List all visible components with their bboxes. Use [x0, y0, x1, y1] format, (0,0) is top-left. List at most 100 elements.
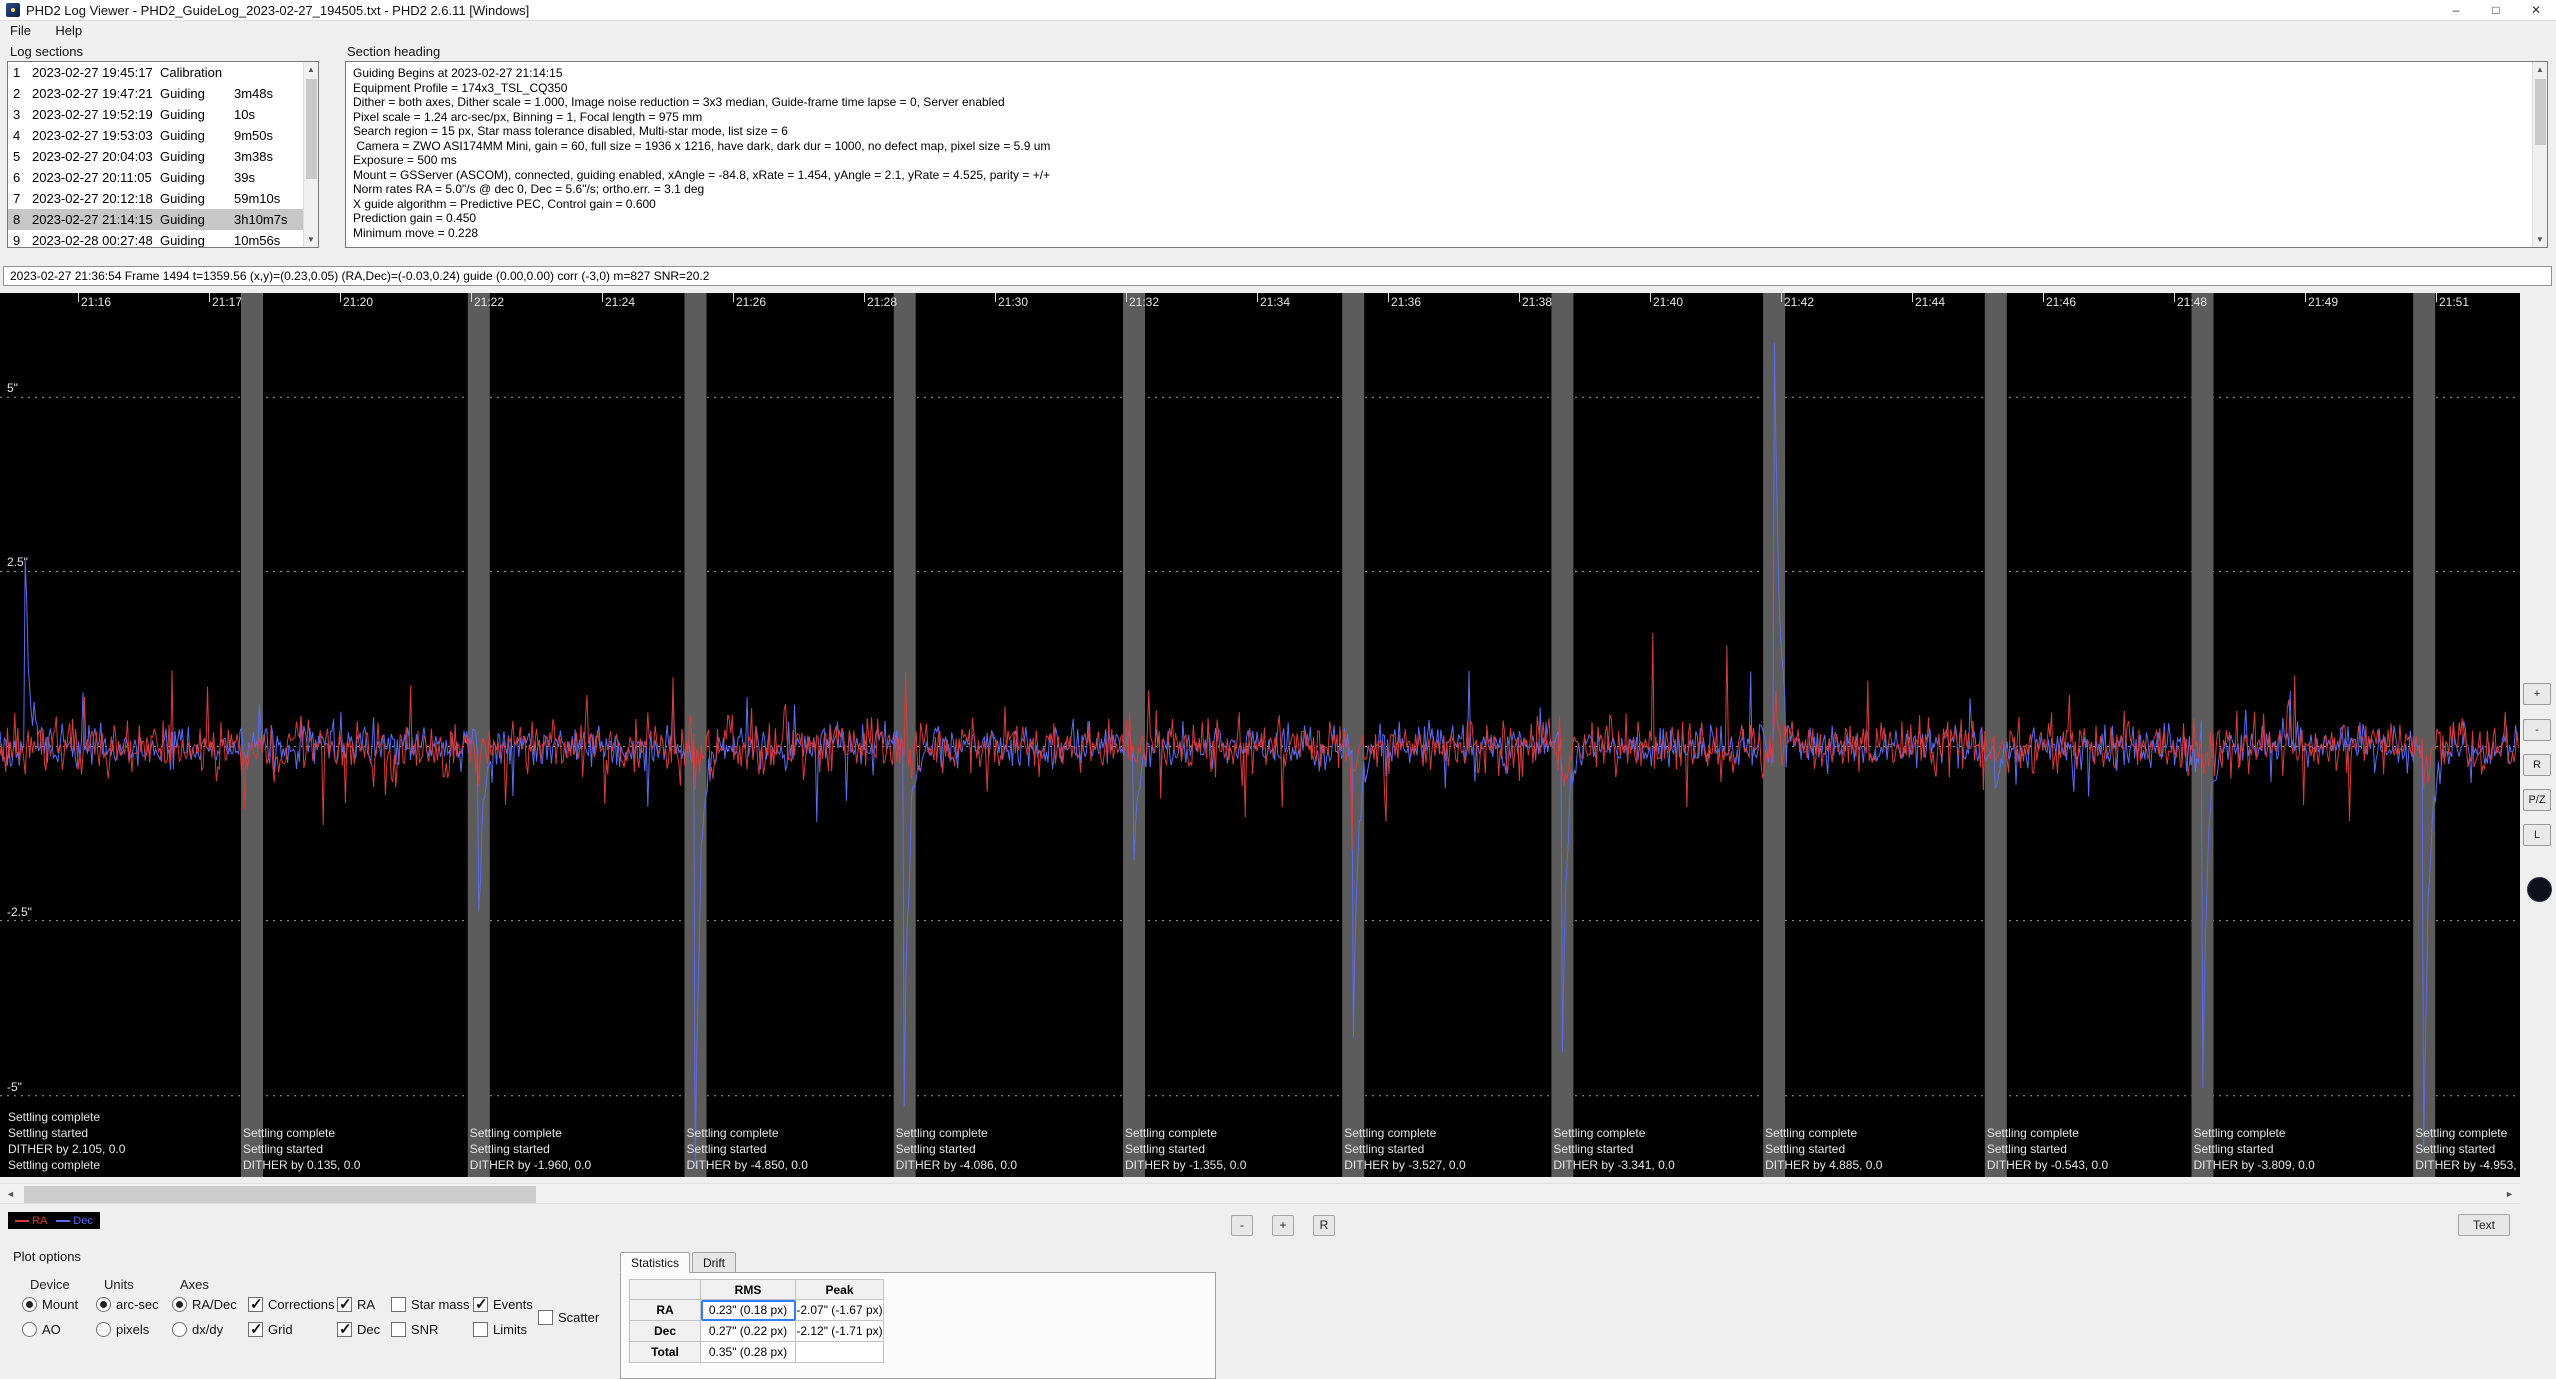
- chart-side-button-[interactable]: -: [2523, 719, 2551, 741]
- scrollbar-thumb[interactable]: [24, 1186, 536, 1203]
- menu-help[interactable]: Help: [45, 21, 92, 40]
- checkbox-icon: [248, 1297, 263, 1312]
- window-title: PHD2 Log Viewer - PHD2_GuideLog_2023-02-…: [26, 3, 529, 18]
- guide-chart[interactable]: 21:1621:1721:2021:2221:2421:2621:2821:30…: [0, 293, 2520, 1177]
- time-tick: [1126, 293, 1127, 302]
- scrollbar-thumb[interactable]: [2535, 79, 2546, 145]
- log-cell: 2023-02-27 20:04:03: [32, 149, 160, 164]
- checkbox-icon: [337, 1297, 352, 1312]
- radio-mount[interactable]: Mount: [22, 1297, 78, 1312]
- heading-scrollbar[interactable]: ▲ ▼: [2532, 62, 2547, 247]
- reset-zoom-button[interactable]: R: [1313, 1215, 1335, 1236]
- stats-rms-cell[interactable]: 0.35" (0.28 px): [701, 1342, 796, 1363]
- titlebar: PHD2 Log Viewer - PHD2_GuideLog_2023-02-…: [0, 0, 2556, 21]
- scroll-up-icon[interactable]: ▲: [2533, 62, 2547, 77]
- log-list-scrollbar[interactable]: ▲ ▼: [303, 62, 318, 247]
- checkbox-events[interactable]: Events: [473, 1297, 533, 1312]
- chart-knob[interactable]: [2527, 877, 2552, 902]
- log-cell: Guiding: [160, 212, 234, 227]
- dither-bar: [241, 293, 263, 1177]
- log-section-row[interactable]: 32023-02-27 19:52:19Guiding10s: [8, 104, 303, 125]
- stats-peak-cell[interactable]: -2.12" (-1.71 px): [796, 1321, 884, 1342]
- time-label: 21:51: [2439, 295, 2469, 309]
- time-tick: [78, 293, 79, 302]
- checkbox-label: Star mass: [411, 1297, 470, 1312]
- time-tick: [2436, 293, 2437, 302]
- dither-annotation: Settling completeSettling startedDITHER …: [1987, 1125, 2108, 1173]
- chart-side-button-l[interactable]: L: [2523, 824, 2551, 846]
- log-section-row[interactable]: 62023-02-27 20:11:05Guiding39s: [8, 167, 303, 188]
- minimize-button[interactable]: –: [2436, 0, 2476, 21]
- chart-horizontal-scrollbar[interactable]: ◄ ►: [0, 1183, 2520, 1204]
- stats-peak-cell[interactable]: [796, 1342, 884, 1363]
- time-tick: [1388, 293, 1389, 302]
- scroll-down-icon[interactable]: ▼: [304, 232, 318, 247]
- checkbox-grid[interactable]: Grid: [248, 1322, 293, 1337]
- dither-annotation: Settling completeSettling startedDITHER …: [1765, 1125, 1882, 1173]
- time-tick: [995, 293, 996, 302]
- dec-swatch: [56, 1220, 70, 1222]
- scroll-down-icon[interactable]: ▼: [2533, 232, 2547, 247]
- scrollbar-thumb[interactable]: [306, 79, 317, 179]
- checkbox-star-mass[interactable]: Star mass: [391, 1297, 470, 1312]
- log-section-row[interactable]: 72023-02-27 20:12:18Guiding59m10s: [8, 188, 303, 209]
- menu-file[interactable]: File: [0, 21, 41, 40]
- time-label: 21:48: [2177, 295, 2207, 309]
- text-button[interactable]: Text: [2458, 1214, 2510, 1236]
- statistics-table: RMSPeakRA0.23" (0.18 px)-2.07" (-1.67 px…: [629, 1279, 884, 1363]
- radio-pixels[interactable]: pixels: [96, 1322, 149, 1337]
- radio-dx-dy[interactable]: dx/dy: [172, 1322, 223, 1337]
- log-cell: 2023-02-27 21:14:15: [32, 212, 160, 227]
- log-section-row[interactable]: 42023-02-27 19:53:03Guiding9m50s: [8, 125, 303, 146]
- log-cell: Calibration: [160, 65, 234, 80]
- radio-arc-sec[interactable]: arc-sec: [96, 1297, 159, 1312]
- legend-item-dec: Dec: [56, 1215, 93, 1227]
- checkbox-snr[interactable]: SNR: [391, 1322, 438, 1337]
- guide-graph-svg: [0, 293, 2520, 1177]
- checkbox-scatter[interactable]: Scatter: [538, 1310, 599, 1325]
- checkbox-icon: [248, 1322, 263, 1337]
- time-tick: [733, 293, 734, 302]
- zoom-out-button[interactable]: -: [1231, 1215, 1253, 1236]
- radio-ra-dec[interactable]: RA/Dec: [172, 1297, 237, 1312]
- chart-side-button-[interactable]: +: [2523, 683, 2551, 705]
- stats-rms-cell[interactable]: 0.23" (0.18 px): [701, 1300, 796, 1321]
- tab-drift[interactable]: Drift: [692, 1252, 736, 1273]
- checkbox-label: Limits: [493, 1322, 527, 1337]
- log-cell: 4: [8, 128, 32, 143]
- scroll-right-icon[interactable]: ►: [2499, 1184, 2520, 1205]
- zoom-in-button[interactable]: +: [1272, 1215, 1294, 1236]
- time-tick: [2043, 293, 2044, 302]
- log-section-row[interactable]: 12023-02-27 19:45:17Calibration: [8, 62, 303, 83]
- scroll-up-icon[interactable]: ▲: [304, 62, 318, 77]
- checkbox-icon: [391, 1322, 406, 1337]
- chart-side-button-r[interactable]: R: [2523, 754, 2551, 776]
- stats-row-label: Total: [629, 1342, 701, 1363]
- log-cell: Guiding: [160, 149, 234, 164]
- checkbox-icon: [391, 1297, 406, 1312]
- log-cell: 39s: [234, 170, 303, 185]
- stats-rms-cell[interactable]: 0.27" (0.22 px): [701, 1321, 796, 1342]
- log-section-row[interactable]: 92023-02-28 00:27:48Guiding10m56s: [8, 230, 303, 248]
- close-button[interactable]: ✕: [2516, 0, 2556, 21]
- log-section-row[interactable]: 52023-02-27 20:04:03Guiding3m38s: [8, 146, 303, 167]
- scroll-left-icon[interactable]: ◄: [0, 1184, 21, 1205]
- stats-peak-cell[interactable]: -2.07" (-1.67 px): [796, 1300, 884, 1321]
- checkbox-dec[interactable]: Dec: [337, 1322, 380, 1337]
- dither-annotation: Settling completeSettling startedDITHER …: [8, 1109, 125, 1173]
- dither-annotation: Settling completeSettling startedDITHER …: [896, 1125, 1017, 1173]
- section-heading-text[interactable]: Guiding Begins at 2023-02-27 21:14:15 Eq…: [345, 61, 2548, 248]
- checkbox-limits[interactable]: Limits: [473, 1322, 527, 1337]
- log-sections-list[interactable]: 12023-02-27 19:45:17Calibration22023-02-…: [7, 61, 319, 248]
- tab-statistics[interactable]: Statistics: [620, 1252, 690, 1273]
- checkbox-corrections[interactable]: Corrections: [248, 1297, 334, 1312]
- time-label: 21:26: [736, 295, 766, 309]
- y-axis-label: -2.5": [7, 905, 32, 919]
- radio-ao[interactable]: AO: [22, 1322, 61, 1337]
- maximize-button[interactable]: □: [2476, 0, 2516, 21]
- log-section-row[interactable]: 22023-02-27 19:47:21Guiding3m48s: [8, 83, 303, 104]
- checkbox-ra[interactable]: RA: [337, 1297, 375, 1312]
- dither-annotation: Settling completeSettling startedDITHER …: [243, 1125, 360, 1173]
- log-section-row[interactable]: 82023-02-27 21:14:15Guiding3h10m7s: [8, 209, 303, 230]
- chart-side-button-p-z[interactable]: P/Z: [2523, 789, 2551, 811]
